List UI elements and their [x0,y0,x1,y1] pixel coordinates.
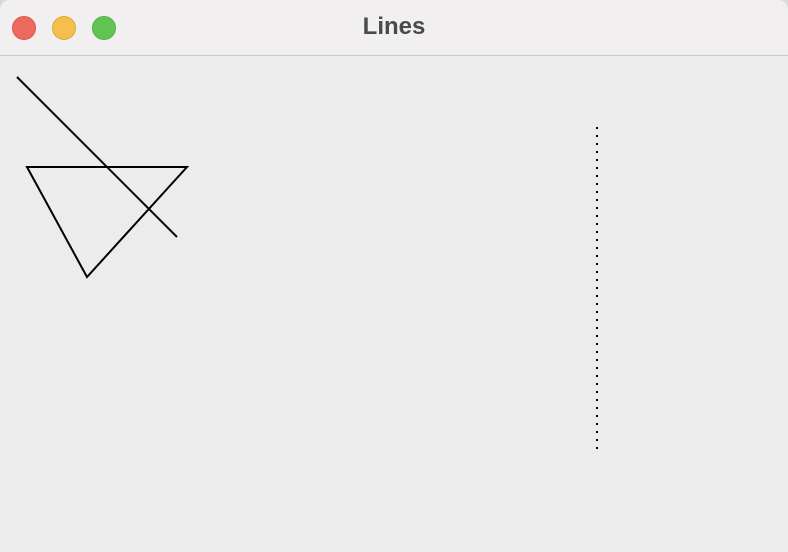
diagonal-line [16,76,178,238]
app-window: Lines [0,0,788,552]
window-title: Lines [362,13,426,40]
title-bar[interactable]: Lines [0,0,788,56]
lines-svg [16,76,598,455]
drawing-canvas [0,56,788,552]
